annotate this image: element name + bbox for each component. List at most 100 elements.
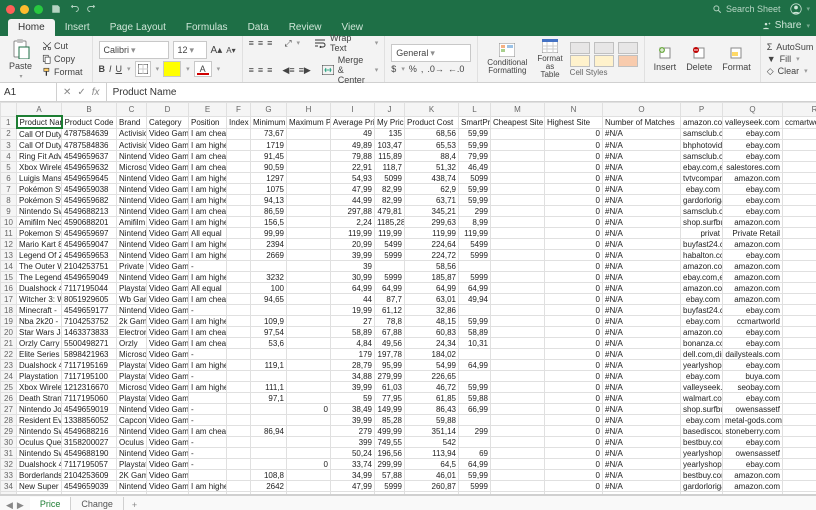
cell[interactable]: 1338856052 [62, 415, 117, 426]
cell[interactable] [287, 492, 331, 496]
cell[interactable]: I am highest [189, 140, 227, 151]
cancel-formula-icon[interactable]: ✕ [63, 87, 71, 98]
cell[interactable]: Nintendo Joy [17, 404, 62, 415]
cell[interactable]: amazon.com [681, 261, 723, 272]
cell[interactable]: Nba 2k20 - [17, 316, 62, 327]
cell[interactable]: Nintendo [117, 481, 147, 492]
cell[interactable]: Amifilm [117, 217, 147, 228]
row-header-16[interactable]: 16 [1, 283, 17, 294]
cell[interactable]: 5099 [375, 173, 405, 184]
row-header-24[interactable]: 24 [1, 371, 17, 382]
header-cell[interactable]: Number of Matches [603, 116, 681, 128]
cell[interactable]: 0 [545, 349, 603, 360]
cell[interactable]: Playstation [117, 283, 147, 294]
cell[interactable]: yearlyshop.co [681, 459, 723, 470]
cell[interactable]: ebay.com [681, 371, 723, 382]
cell[interactable]: 5999 [459, 250, 491, 261]
cell[interactable]: Video Game [147, 316, 189, 327]
cell[interactable]: amazon.com [723, 481, 783, 492]
cell[interactable] [287, 470, 331, 481]
cell[interactable]: 0 [545, 404, 603, 415]
cell[interactable]: 4590688201 [62, 217, 117, 228]
cell[interactable]: 4549659645 [62, 173, 117, 184]
cell[interactable]: 20,99 [331, 239, 375, 250]
cell[interactable]: 184,02 [405, 349, 459, 360]
cell[interactable]: 4,84 [331, 338, 375, 349]
cell[interactable]: 4549659047 [62, 239, 117, 250]
cell[interactable] [287, 382, 331, 393]
cell[interactable]: 48,15 [405, 316, 459, 327]
font-select[interactable]: Calibri▾ [99, 41, 169, 59]
cell[interactable] [491, 217, 545, 228]
cell[interactable] [783, 184, 816, 195]
cell[interactable]: 4549659019 [62, 404, 117, 415]
cell[interactable]: I am cheapest [189, 426, 227, 437]
cell[interactable] [491, 393, 545, 404]
cell[interactable] [287, 448, 331, 459]
cell[interactable] [227, 327, 251, 338]
row-header-28[interactable]: 28 [1, 415, 17, 426]
cell[interactable]: I am highest [189, 173, 227, 184]
cell[interactable]: 224,64 [405, 239, 459, 250]
cell[interactable]: Nintendo Sw [17, 426, 62, 437]
cell[interactable]: Video Game [147, 206, 189, 217]
cell[interactable] [287, 481, 331, 492]
cell[interactable]: amazon.com [723, 294, 783, 305]
cell[interactable]: ebay.com [723, 305, 783, 316]
underline-button[interactable]: U [116, 64, 123, 74]
increase-decimal-icon[interactable]: .0→ [427, 64, 444, 74]
cell[interactable]: 0 [545, 382, 603, 393]
cell[interactable]: 399 [331, 437, 375, 448]
cell[interactable]: 61,12 [375, 305, 405, 316]
cell[interactable]: 46,01 [405, 470, 459, 481]
cell[interactable]: Activision [117, 140, 147, 151]
cell[interactable]: 0 [545, 338, 603, 349]
cell[interactable]: I am highest [189, 481, 227, 492]
cell[interactable] [287, 327, 331, 338]
cell[interactable]: Nintendo [117, 272, 147, 283]
cell[interactable]: Witcher 3: W [17, 294, 62, 305]
cell[interactable]: #N/A [603, 128, 681, 140]
cell[interactable] [227, 360, 251, 371]
cell[interactable] [227, 250, 251, 261]
cell[interactable]: 88,4 [405, 151, 459, 162]
cell[interactable]: amazon.com [681, 283, 723, 294]
cell-styles-gallery[interactable]: Cell Styles [570, 42, 638, 77]
cell[interactable]: #N/A [603, 470, 681, 481]
cell[interactable]: shop.surfbuss [681, 217, 723, 228]
cell[interactable]: 1719 [251, 140, 287, 151]
cell[interactable] [783, 338, 816, 349]
cell[interactable]: #N/A [603, 426, 681, 437]
sheet-nav-next-icon[interactable]: ▶ [17, 500, 24, 510]
cell[interactable]: bhphotovideo [681, 140, 723, 151]
sheet-tab-change[interactable]: Change [71, 497, 124, 510]
cell[interactable]: seobay.com [723, 382, 783, 393]
cell[interactable]: Video Game [147, 283, 189, 294]
cell[interactable]: 44 [331, 294, 375, 305]
cell[interactable]: - [189, 448, 227, 459]
cell[interactable]: 64,99 [405, 283, 459, 294]
header-cell[interactable]: Category [147, 116, 189, 128]
cell[interactable]: 0 [545, 316, 603, 327]
cell[interactable]: #N/A [603, 316, 681, 327]
copy-button[interactable]: Copy [39, 53, 86, 65]
cell[interactable]: Activision [117, 128, 147, 140]
cell[interactable]: 345,21 [405, 206, 459, 217]
cell[interactable]: 78,8 [375, 316, 405, 327]
cell[interactable]: 59,99 [459, 128, 491, 140]
cell[interactable]: Video Game [147, 173, 189, 184]
cell[interactable]: 91,45 [251, 151, 287, 162]
cell[interactable]: 2104253609 [62, 470, 117, 481]
cell[interactable]: 115,89 [375, 151, 405, 162]
cell[interactable]: Nintendo [117, 426, 147, 437]
cell[interactable]: 196,56 [375, 448, 405, 459]
cell[interactable]: Call Of Duty [17, 140, 62, 151]
header-cell[interactable]: amazon.com [681, 116, 723, 128]
cell[interactable]: 0 [545, 217, 603, 228]
cell[interactable]: 4549659038 [62, 184, 117, 195]
cell[interactable]: 82,99 [375, 195, 405, 206]
cell[interactable]: Pokémon Sw [17, 184, 62, 195]
cell[interactable]: dell.com,direct.w [681, 349, 723, 360]
cell[interactable]: 7117195100 [62, 371, 117, 382]
cell[interactable]: 50,24 [331, 448, 375, 459]
